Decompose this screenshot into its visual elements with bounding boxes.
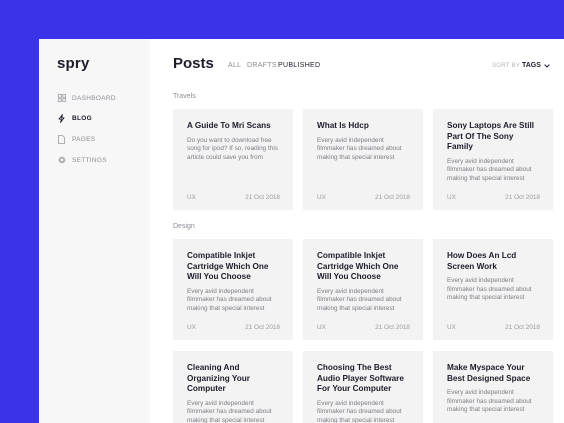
post-tag: UX bbox=[447, 194, 456, 201]
post-card[interactable]: A Guide To Mri Scans Do you want to down… bbox=[173, 109, 293, 210]
section-label-design: Design bbox=[173, 223, 195, 230]
sort-dropdown[interactable]: TAGS bbox=[522, 62, 550, 69]
post-card[interactable]: Compatible Inkjet Cartridge Which One Wi… bbox=[173, 239, 293, 340]
post-card[interactable]: What Is Hdcp Every avid independent film… bbox=[303, 109, 423, 210]
post-title: Compatible Inkjet Cartridge Which One Wi… bbox=[187, 251, 269, 281]
post-date: 21 Oct 2018 bbox=[505, 324, 540, 331]
post-title: Cleaning And Organizing Your Computer bbox=[187, 363, 250, 393]
page-title: Posts bbox=[173, 55, 214, 72]
post-tag: UX bbox=[317, 194, 326, 201]
post-tag: UX bbox=[447, 324, 456, 331]
bolt-icon bbox=[57, 113, 66, 123]
sidebar-item-label: BLOG bbox=[72, 114, 92, 122]
post-date: 21 Oct 2018 bbox=[375, 194, 410, 201]
sidebar-item-label: DASHBOARD bbox=[72, 94, 116, 102]
post-title: A Guide To Mri Scans bbox=[187, 121, 271, 130]
sidebar-item-label: PAGES bbox=[72, 135, 96, 143]
post-title: How Does An Lcd Screen Work bbox=[447, 251, 517, 271]
app-logo: spry bbox=[57, 55, 90, 72]
post-card[interactable]: How Does An Lcd Screen Work Every avid i… bbox=[433, 239, 553, 340]
post-card[interactable]: Sony Laptops Are Still Part Of The Sony … bbox=[433, 109, 553, 210]
filter-published[interactable]: PUBLISHED bbox=[278, 62, 320, 69]
post-excerpt: Every avid independent filmmaker has dre… bbox=[317, 287, 402, 312]
post-card[interactable]: Cleaning And Organizing Your Computer Ev… bbox=[173, 351, 293, 423]
post-excerpt: Every avid independent filmmaker has dre… bbox=[317, 136, 402, 161]
sort-label: SORT BY bbox=[492, 63, 521, 69]
post-date: 21 Oct 2018 bbox=[505, 194, 540, 201]
post-title: What Is Hdcp bbox=[317, 121, 369, 130]
sidebar: spry DASHBOARD BLOG PAGES SETTINGS bbox=[39, 39, 150, 423]
post-excerpt: Do you want to download free song for ip… bbox=[187, 136, 278, 161]
post-date: 21 Oct 2018 bbox=[245, 324, 280, 331]
post-date: 21 Oct 2018 bbox=[375, 324, 410, 331]
post-tag: UX bbox=[187, 194, 196, 201]
sidebar-item-label: SETTINGS bbox=[72, 156, 107, 164]
post-tag: UX bbox=[187, 324, 196, 331]
grid-icon bbox=[57, 94, 66, 103]
post-excerpt: Every avid independent filmmaker has dre… bbox=[447, 157, 532, 182]
app-window: spry DASHBOARD BLOG PAGES SETTINGS Posts… bbox=[39, 39, 564, 423]
filter-all[interactable]: ALL bbox=[228, 62, 241, 69]
post-card[interactable]: Compatible Inkjet Cartridge Which One Wi… bbox=[303, 239, 423, 340]
post-tag: UX bbox=[317, 324, 326, 331]
post-card[interactable]: Make Myspace Your Best Designed Space Ev… bbox=[433, 351, 553, 423]
post-excerpt: Every avid independent filmmaker has dre… bbox=[187, 399, 272, 423]
post-title: Make Myspace Your Best Designed Space bbox=[447, 363, 531, 383]
sidebar-item-settings[interactable]: SETTINGS bbox=[57, 154, 107, 166]
post-card[interactable]: Choosing The Best Audio Player Software … bbox=[303, 351, 423, 423]
post-title: Sony Laptops Are Still Part Of The Sony … bbox=[447, 121, 535, 151]
chevron-down-icon bbox=[544, 63, 550, 68]
file-icon bbox=[57, 134, 66, 144]
sidebar-item-pages[interactable]: PAGES bbox=[57, 133, 95, 145]
post-excerpt: Every avid independent filmmaker has dre… bbox=[317, 399, 402, 423]
sort-value: TAGS bbox=[522, 62, 541, 69]
post-date: 21 Oct 2018 bbox=[245, 194, 280, 201]
main-content: Posts ALL DRAFTS PUBLISHED SORT BY TAGS … bbox=[150, 39, 564, 423]
filter-drafts[interactable]: DRAFTS bbox=[247, 62, 277, 69]
post-title: Choosing The Best Audio Player Software … bbox=[317, 363, 404, 393]
post-excerpt: Every avid independent filmmaker has dre… bbox=[447, 389, 532, 414]
post-excerpt: Every avid independent filmmaker has dre… bbox=[447, 277, 532, 302]
sidebar-item-dashboard[interactable]: DASHBOARD bbox=[57, 92, 116, 104]
post-excerpt: Every avid independent filmmaker has dre… bbox=[187, 287, 272, 312]
section-label-travels: Travels bbox=[173, 93, 196, 100]
post-title: Compatible Inkjet Cartridge Which One Wi… bbox=[317, 251, 399, 281]
gear-icon bbox=[57, 156, 66, 165]
sidebar-item-blog[interactable]: BLOG bbox=[57, 112, 92, 124]
